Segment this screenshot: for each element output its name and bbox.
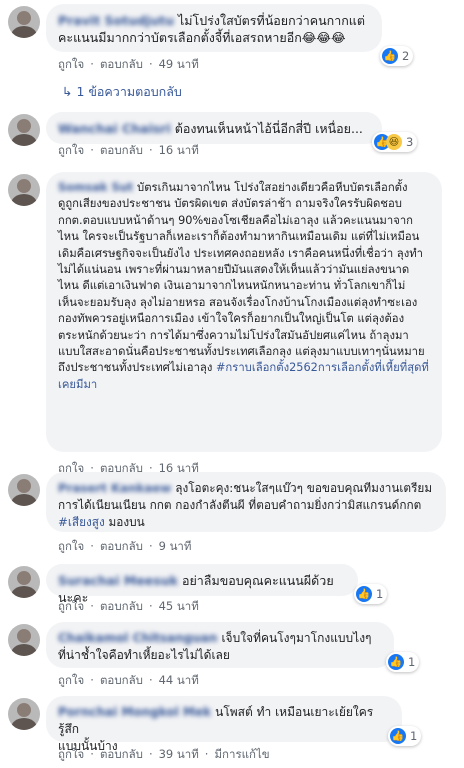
reaction-count[interactable]: 👍 2 <box>380 46 414 66</box>
reaction-count[interactable]: 👍 😆 3 <box>372 132 418 152</box>
timestamp[interactable]: 39 นาที <box>159 747 199 761</box>
reaction-count[interactable]: 👍 1 <box>386 652 420 672</box>
comment-actions: ถูกใจ · ตอบกลับ · 49 นาที <box>58 57 199 71</box>
like-link[interactable]: ถูกใจ <box>58 143 84 157</box>
avatar[interactable] <box>8 474 40 506</box>
comment-actions: ถูกใจ · ตอบกลับ · 16 นาที <box>58 143 199 157</box>
timestamp[interactable]: 49 นาที <box>159 57 199 71</box>
reply-link[interactable]: ตอบกลับ <box>100 673 143 687</box>
edited-label[interactable]: มีการแก้ไข <box>214 747 269 761</box>
comment-text: บัตรเกินมาจากไหน โปร่งใสอย่างเดียวคือหีบ… <box>58 181 425 375</box>
commenter-name[interactable]: Pornchai Mongkol Mek <box>58 705 211 719</box>
reaction-count[interactable]: 👍 1 <box>388 726 422 746</box>
hashtag-link[interactable]: #เสียงสูง <box>58 515 105 529</box>
timestamp[interactable]: 44 นาที <box>159 673 199 687</box>
avatar[interactable] <box>8 114 40 146</box>
comment-text: ต้องทนเห็นหน้าไอ้นี่อีกสี่ปี เหนื่อย... <box>174 121 363 136</box>
avatar[interactable] <box>8 566 40 598</box>
comment-bubble: Somsak Sut บัตรเกินมาจากไหน โปร่งใสอย่างเ… <box>46 172 442 452</box>
comment-actions: ถูกใจ · ตอบกลับ · 9 นาที <box>58 539 192 553</box>
reply-link[interactable]: ตอบกลับ <box>100 599 143 613</box>
comment-bubble: Surachai Meesuk อย่าลืมขอบคุณคะแนนผีด้วยน… <box>46 564 358 605</box>
commenter-name[interactable]: Chaikamol Chitsanguan <box>58 631 217 645</box>
timestamp[interactable]: 16 นาที <box>159 143 199 157</box>
comment-bubble: Wanchai Chaisri ต้องทนเห็นหน้าไอ้นี่อีกสี… <box>46 112 382 144</box>
like-reaction-icon: 👍 <box>390 728 406 744</box>
timestamp[interactable]: 45 นาที <box>159 599 199 613</box>
like-link[interactable]: ถูกใจ <box>58 57 84 71</box>
comment-bubble: Chaikamol Chitsanguan เจ็บใจที่คนโงๆมาโกง… <box>46 622 394 668</box>
avatar[interactable] <box>8 624 40 656</box>
comment-actions: ถูกใจ · ตอบกลับ · 45 นาที <box>58 599 199 613</box>
comment-actions: ถูกใจ · ตอบกลับ · 39 นาที · มีการแก้ไข <box>58 747 270 761</box>
comment-actions: ถูกใจ · ตอบกลับ · 44 นาที <box>58 673 199 687</box>
commenter-name[interactable]: Surachai Meesuk <box>58 573 178 588</box>
comment-bubble: Pravit Sotudjutu ไม่โปร่งใสบัตรที่น้อยกว่… <box>46 4 382 52</box>
like-link[interactable]: ถูกใจ <box>58 673 84 687</box>
comment-bubble: Prasert Kankaew ลุงโอตะคุง:ชนะใสๆแบ๊วๆ ขอ… <box>46 472 446 532</box>
reply-arrow-icon: ↳ <box>62 84 77 99</box>
reply-link[interactable]: ตอบกลับ <box>100 747 143 761</box>
reply-link[interactable]: ตอบกลับ <box>100 539 143 553</box>
like-link[interactable]: ถูกใจ <box>58 539 84 553</box>
comment-bubble: Pornchai Mongkol Mek นโพสต์ ทำ เหมือนเยาะ… <box>46 696 402 753</box>
like-reaction-icon: 👍 <box>388 654 404 670</box>
like-reaction-icon: 👍 <box>356 586 372 602</box>
reply-link[interactable]: ตอบกลับ <box>100 143 143 157</box>
commenter-name[interactable]: Prasert Kankaew <box>58 481 171 495</box>
commenter-name[interactable]: Wanchai Chaisri <box>58 121 171 136</box>
commenter-name[interactable]: Pravit Sotudjutu <box>58 13 174 28</box>
reaction-count[interactable]: 👍 1 <box>354 584 388 604</box>
commenter-name[interactable]: Somsak Sut <box>58 181 133 194</box>
reply-link[interactable]: ตอบกลับ <box>100 57 143 71</box>
haha-reaction-icon: 😆 <box>386 134 402 150</box>
avatar[interactable] <box>8 698 40 730</box>
avatar[interactable] <box>8 174 40 206</box>
like-link[interactable]: ถูกใจ <box>58 599 84 613</box>
like-link[interactable]: ถูกใจ <box>58 747 84 761</box>
like-reaction-icon: 👍 <box>382 48 398 64</box>
timestamp[interactable]: 9 นาที <box>159 539 192 553</box>
avatar[interactable] <box>8 6 40 38</box>
view-replies-link[interactable]: ↳ 1 ข้อความตอบกลับ <box>62 82 182 102</box>
